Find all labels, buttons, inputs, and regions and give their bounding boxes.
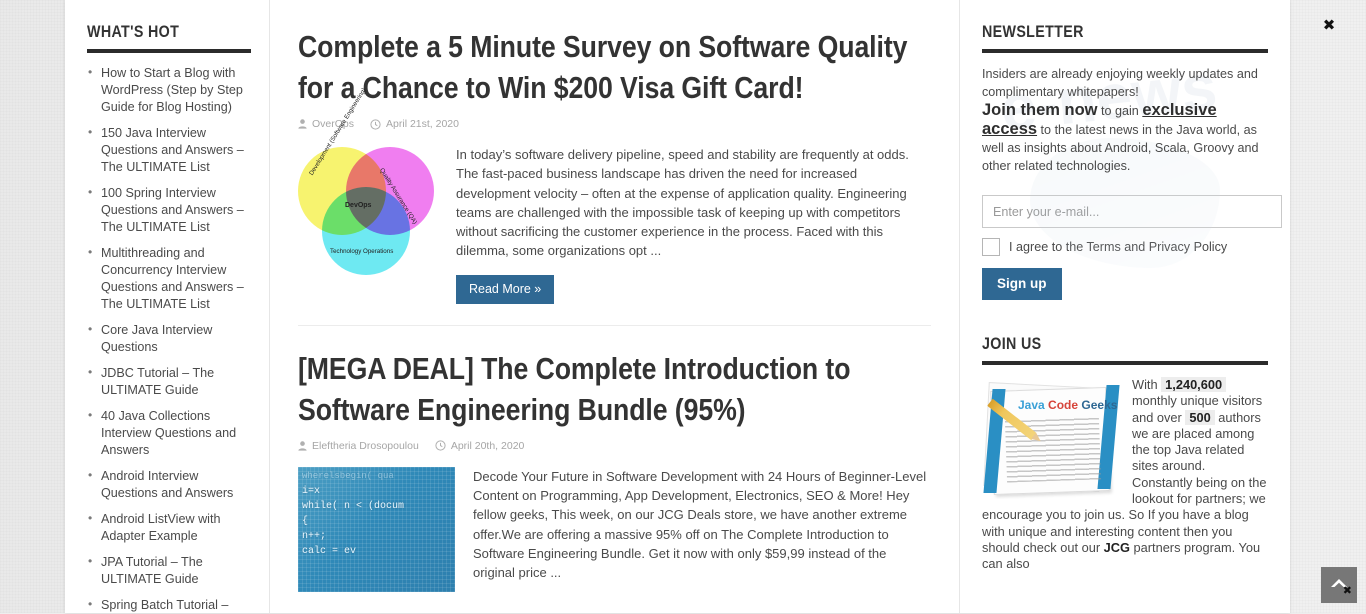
list-item[interactable]: JPA Tutorial – The ULTIMATE Guide xyxy=(87,553,251,588)
post-article: [MEGA DEAL] The Complete Introduction to… xyxy=(298,348,931,592)
post-thumbnail[interactable]: Development (Software Engineering) Quali… xyxy=(298,87,438,304)
venn-label-operations: Technology Operations xyxy=(330,248,394,255)
page-columns: WHAT'S HOT How to Start a Blog with Word… xyxy=(65,0,1290,613)
email-field[interactable] xyxy=(982,195,1282,228)
newsletter-intro: Insiders are already enjoying weekly upd… xyxy=(982,67,1258,99)
hot-link[interactable]: Android Interview Questions and Answers xyxy=(101,469,233,500)
join-text-1: With xyxy=(1132,377,1162,392)
jcg-logo-text: Java Code Geeks xyxy=(1018,398,1118,412)
hot-link[interactable]: 100 Spring Interview Questions and Answe… xyxy=(101,186,244,234)
java-code-geeks-image: Java Code Geeks xyxy=(982,381,1122,499)
list-item[interactable]: Spring Batch Tutorial – xyxy=(87,596,251,614)
newsletter-join-mid: to gain xyxy=(1097,104,1143,118)
post-title[interactable]: Complete a 5 Minute Survey on Software Q… xyxy=(298,26,929,108)
list-item[interactable]: 100 Spring Interview Questions and Answe… xyxy=(87,184,251,236)
post-thumbnail[interactable]: wherelsbegin( qua i=x while( n < (docum … xyxy=(298,467,455,592)
list-item[interactable]: JDBC Tutorial – The ULTIMATE Guide xyxy=(87,364,251,399)
newsletter-title: NEWSLETTER xyxy=(982,22,1084,41)
authors-count: 500 xyxy=(1185,409,1215,425)
terms-checkbox[interactable] xyxy=(982,238,1000,256)
clock-icon xyxy=(370,118,381,130)
post-separator xyxy=(298,324,931,326)
hot-link[interactable]: Android ListView with Adapter Example xyxy=(101,512,220,543)
jcg-abbr: JCG xyxy=(1103,539,1130,555)
newsletter-rule xyxy=(982,49,1268,53)
post-article: Complete a 5 Minute Survey on Software Q… xyxy=(298,26,931,304)
list-item[interactable]: 150 Java Interview Questions and Answers… xyxy=(87,124,251,176)
post-title[interactable]: [MEGA DEAL] The Complete Introduction to… xyxy=(298,348,929,430)
hot-link[interactable]: How to Start a Blog with WordPress (Step… xyxy=(101,66,243,114)
devops-venn-diagram: Development (Software Engineering) Quali… xyxy=(298,87,438,275)
post-date: April 21st, 2020 xyxy=(370,118,459,130)
hot-link[interactable]: 40 Java Collections Interview Questions … xyxy=(101,409,236,457)
post-excerpt: Decode Your Future in Software Developme… xyxy=(473,468,927,581)
newsletter-join-strong: Join them now xyxy=(982,101,1098,119)
hot-link[interactable]: Core Java Interview Questions xyxy=(101,323,212,354)
close-button[interactable]: ✖ xyxy=(1321,17,1337,33)
user-icon xyxy=(298,441,307,451)
post-excerpt: In today’s software delivery pipeline, s… xyxy=(456,147,909,259)
post-date-text: April 21st, 2020 xyxy=(386,118,459,130)
terms-agreement-row: I agree to the Terms and Privacy Policy xyxy=(982,238,1268,256)
list-item[interactable]: Android ListView with Adapter Example xyxy=(87,510,251,545)
sign-up-button[interactable]: Sign up xyxy=(982,268,1062,300)
join-us-title: JOIN US xyxy=(982,334,1042,353)
terms-label: I agree to the Terms and Privacy Policy xyxy=(1009,240,1228,254)
scroll-to-top-button[interactable]: ✖ xyxy=(1321,567,1357,603)
whats-hot-rule xyxy=(87,49,251,53)
hot-link[interactable]: Spring Batch Tutorial – xyxy=(101,598,228,612)
hot-link[interactable]: Multithreading and Concurrency Interview… xyxy=(101,246,244,311)
whats-hot-title: WHAT'S HOT xyxy=(87,22,180,41)
list-item[interactable]: Multithreading and Concurrency Interview… xyxy=(87,244,251,313)
post-body: wherelsbegin( qua i=x while( n < (docum … xyxy=(298,467,931,592)
list-item[interactable]: 40 Java Collections Interview Questions … xyxy=(87,407,251,459)
code-line: while( n < (docum xyxy=(302,500,405,512)
hot-link[interactable]: JDBC Tutorial – The ULTIMATE Guide xyxy=(101,366,214,397)
list-item[interactable]: Android Interview Questions and Answers xyxy=(87,467,251,502)
post-meta: Eleftheria Drosopoulou April 20th, 2020 xyxy=(298,440,931,452)
post-body: Development (Software Engineering) Quali… xyxy=(298,87,931,304)
code-line: calc = ev xyxy=(302,545,357,557)
close-icon[interactable]: ✖ xyxy=(1343,585,1352,596)
join-us-rule xyxy=(982,361,1268,365)
whats-hot-list: How to Start a Blog with WordPress (Step… xyxy=(87,64,251,614)
sidebar-whats-hot: WHAT'S HOT How to Start a Blog with Word… xyxy=(65,0,270,613)
code-line: wherelsbegin( qua xyxy=(302,470,394,481)
main-content: Complete a 5 Minute Survey on Software Q… xyxy=(270,0,960,613)
post-meta: OverOps April 21st, 2020 xyxy=(298,118,931,130)
code-line: n++; xyxy=(302,530,327,542)
post-author-name: Eleftheria Drosopoulou xyxy=(312,439,419,452)
post-date: April 20th, 2020 xyxy=(435,439,525,452)
join-us-widget: JOIN US Java Code Geeks With 1,240,600 m… xyxy=(982,334,1268,573)
venn-label-center: DevOps xyxy=(345,202,372,209)
code-screenshot-image: wherelsbegin( qua i=x while( n < (docum … xyxy=(298,467,455,592)
user-icon xyxy=(298,119,307,129)
visitors-count: 1,240,600 xyxy=(1161,377,1227,392)
post-author: Eleftheria Drosopoulou xyxy=(298,440,419,452)
list-item[interactable]: How to Start a Blog with WordPress (Step… xyxy=(87,64,251,116)
code-line: i=x xyxy=(302,485,321,497)
read-more-button[interactable]: Read More » xyxy=(456,274,555,304)
hot-link[interactable]: 150 Java Interview Questions and Answers… xyxy=(101,126,244,174)
code-line: { xyxy=(302,515,309,527)
sidebar-right: e-news NEWSLETTER Insiders are already e… xyxy=(960,0,1290,613)
newsletter-copy: Insiders are already enjoying weekly upd… xyxy=(982,65,1268,175)
hot-link[interactable]: JPA Tutorial – The ULTIMATE Guide xyxy=(101,555,203,586)
clock-icon xyxy=(435,440,446,451)
list-item[interactable]: Core Java Interview Questions xyxy=(87,321,251,356)
page-container: WHAT'S HOT How to Start a Blog with Word… xyxy=(65,0,1290,613)
post-date-text: April 20th, 2020 xyxy=(450,439,525,452)
